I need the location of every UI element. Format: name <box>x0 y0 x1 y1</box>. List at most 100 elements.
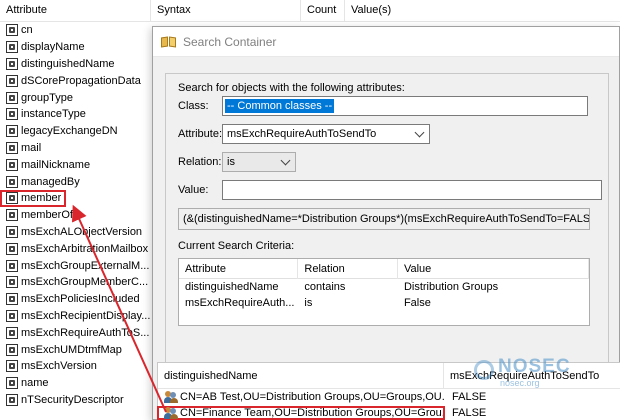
attribute-row[interactable]: msExchArbitrationMailbox <box>0 240 152 257</box>
attribute-row[interactable]: dSCorePropagationData <box>0 72 152 89</box>
attribute-icon <box>6 141 18 154</box>
attribute-label: msExchVersion <box>21 360 97 373</box>
attribute-label: groupType <box>21 91 73 104</box>
attribute-label: legacyExchangeDN <box>21 125 118 138</box>
attribute-list[interactable]: cn displayName distinguishedName dSCoreP… <box>0 22 152 420</box>
attribute-row-member[interactable]: member <box>0 189 66 207</box>
attribute-icon <box>6 309 18 322</box>
class-field[interactable]: -- Common classes -- <box>222 96 588 116</box>
attribute-icon <box>6 91 18 104</box>
attribute-row[interactable]: msExchALObjectVersion <box>0 224 152 241</box>
relation-dropdown[interactable]: is <box>222 152 296 172</box>
attribute-icon <box>6 326 18 339</box>
attribute-icon <box>6 192 18 205</box>
search-heading: Search for objects with the following at… <box>178 82 405 94</box>
attribute-row[interactable]: groupType <box>0 89 152 106</box>
attribute-row[interactable]: displayName <box>0 39 152 56</box>
attribute-label: msExchGroupExternalM... <box>21 259 150 272</box>
group-icon <box>164 391 178 403</box>
attribute-row[interactable]: msExchGroupMemberC... <box>0 274 152 291</box>
book-icon <box>161 36 177 48</box>
attribute-icon <box>6 74 18 87</box>
attribute-label: msExchRecipientDisplay... <box>21 309 151 322</box>
chevron-down-icon <box>280 155 291 166</box>
attribute-label: msExchArbitrationMailbox <box>21 242 149 255</box>
attribute-icon <box>6 293 18 306</box>
result-value: FALSE <box>452 407 487 419</box>
criteria-col-attribute[interactable]: Attribute <box>179 259 299 279</box>
attribute-icon <box>6 209 18 222</box>
attribute-row[interactable]: cn <box>0 22 152 39</box>
relation-value: is <box>227 156 235 168</box>
attribute-label: member <box>21 192 62 205</box>
watermark: NOSEC nosec.org <box>470 356 610 392</box>
attribute-row[interactable]: name <box>0 375 152 392</box>
criteria-col-relation[interactable]: Relation <box>298 259 398 279</box>
attribute-row[interactable]: mail <box>0 140 152 157</box>
criteria-row[interactable]: distinguishedName contains Distribution … <box>179 279 589 295</box>
attribute-label: Attribute: <box>178 128 223 140</box>
attribute-icon <box>6 242 18 255</box>
attribute-icon <box>6 158 18 171</box>
value-input[interactable] <box>222 180 602 200</box>
search-group: Search for objects with the following at… <box>165 73 609 365</box>
col-attribute[interactable]: Attribute <box>6 4 47 16</box>
attribute-label: managedBy <box>21 175 80 188</box>
attribute-row[interactable]: mailNickname <box>0 156 152 173</box>
results-col-dn[interactable]: distinguishedName <box>158 362 444 389</box>
result-dn: CN=AB Test,OU=Distribution Groups,OU=Gro… <box>180 391 444 403</box>
attribute-row[interactable]: distinguishedName <box>0 56 152 73</box>
attribute-label: displayName <box>21 41 85 54</box>
attribute-label: msExchUMDtmfMap <box>21 343 122 356</box>
col-count[interactable]: Count <box>300 0 336 22</box>
attribute-icon <box>6 125 18 138</box>
group-icon <box>164 407 178 419</box>
attribute-label: mailNickname <box>21 158 91 171</box>
attribute-row[interactable]: msExchVersion <box>0 358 152 375</box>
watermark-logo-icon <box>474 360 494 380</box>
attribute-list-header: Attribute Syntax Count Value(s) <box>0 0 620 22</box>
attribute-row[interactable]: managedBy <box>0 173 152 190</box>
criteria-cell: msExchRequireAuth... <box>185 297 295 309</box>
attribute-icon <box>6 276 18 289</box>
attribute-icon <box>6 393 18 406</box>
attribute-icon <box>6 41 18 54</box>
result-row-finance-team[interactable]: CN=Finance Team,OU=Distribution Groups,O… <box>157 405 620 420</box>
dialog-titlebar[interactable]: Search Container <box>153 27 619 57</box>
attribute-icon <box>6 343 18 356</box>
attribute-row[interactable]: msExchPoliciesIncluded <box>0 291 152 308</box>
criteria-cell: False <box>403 297 431 309</box>
attribute-label: memberOf <box>21 209 73 222</box>
attribute-label: dSCorePropagationData <box>21 74 141 87</box>
query-string: (&(distinguishedName=*Distribution Group… <box>178 208 590 230</box>
criteria-table[interactable]: Attribute Relation Value distinguishedNa… <box>178 258 590 326</box>
class-label: Class: <box>178 100 209 112</box>
criteria-header: Attribute Relation Value <box>179 259 589 279</box>
attribute-value: msExchRequireAuthToSendTo <box>227 128 377 140</box>
attribute-row[interactable]: legacyExchangeDN <box>0 123 152 140</box>
criteria-label: Current Search Criteria: <box>178 240 295 252</box>
attribute-icon <box>6 259 18 272</box>
attribute-row[interactable]: msExchRequireAuthToS... <box>0 324 152 341</box>
attribute-label: cn <box>21 24 33 37</box>
attribute-row[interactable]: instanceType <box>0 106 152 123</box>
attribute-row[interactable]: nTSecurityDescriptor <box>0 392 152 409</box>
attribute-row[interactable]: msExchUMDtmfMap <box>0 341 152 358</box>
attribute-label: instanceType <box>21 108 86 121</box>
attribute-row[interactable]: memberOf <box>0 207 152 224</box>
attribute-label: msExchALObjectVersion <box>21 225 143 238</box>
watermark-brand: NOSEC <box>498 356 571 377</box>
attribute-icon <box>6 360 18 373</box>
attribute-row[interactable]: msExchRecipientDisplay... <box>0 308 152 325</box>
relation-label: Relation: <box>178 156 222 168</box>
criteria-col-value[interactable]: Value <box>398 259 589 279</box>
result-dn: CN=Finance Team,OU=Distribution Groups,O… <box>180 407 444 419</box>
dialog-title: Search Container <box>183 34 277 49</box>
col-syntax[interactable]: Syntax <box>150 0 191 22</box>
attribute-dropdown[interactable]: msExchRequireAuthToSendTo <box>222 124 430 144</box>
criteria-row[interactable]: msExchRequireAuth... is False <box>179 295 589 311</box>
attribute-row[interactable]: msExchGroupExternalM... <box>0 257 152 274</box>
attribute-icon <box>6 175 18 188</box>
col-values[interactable]: Value(s) <box>344 0 391 22</box>
watermark-sub: nosec.org <box>500 378 540 388</box>
